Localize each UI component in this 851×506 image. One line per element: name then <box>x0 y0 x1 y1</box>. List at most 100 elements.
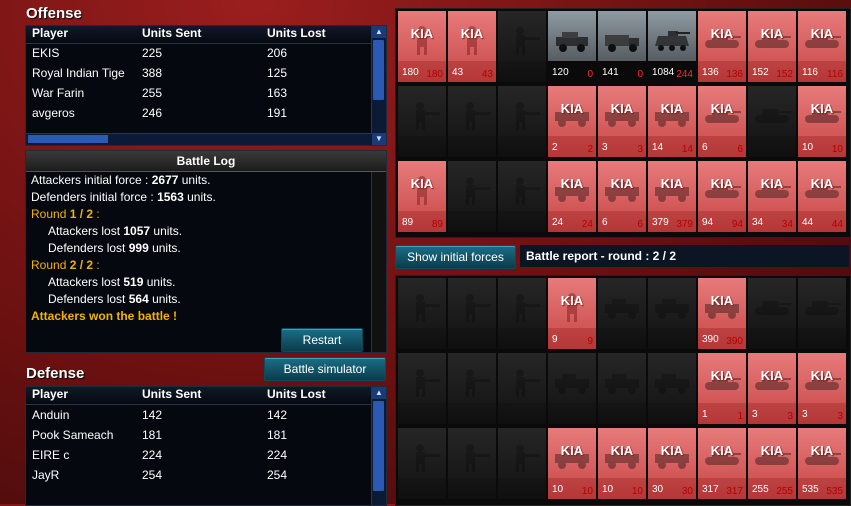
attacker-unit-tile[interactable]: KIA 180 180 <box>398 11 446 82</box>
battle-log-content: Attackers initial force : 2677 units. De… <box>26 172 372 325</box>
attacker-unit-tile[interactable]: KIA 136 136 <box>698 11 746 82</box>
table-row[interactable]: Pook Sameach 181 181 <box>26 425 372 445</box>
defender-unit-tile[interactable] <box>398 278 446 349</box>
kia-label: KIA <box>810 176 834 191</box>
defender-unit-tile[interactable] <box>498 428 546 499</box>
defender-unit-tile[interactable]: KIA 30 30 <box>648 428 696 499</box>
attacker-unit-tile[interactable]: KIA 89 89 <box>398 161 446 232</box>
scroll-up-icon[interactable]: ▲ <box>372 387 386 399</box>
scroll-down-icon[interactable]: ▼ <box>372 133 386 145</box>
table-row[interactable]: Anduin 142 142 <box>26 405 372 425</box>
table-row[interactable]: JayR 254 254 <box>26 465 372 485</box>
scroll-up-icon[interactable]: ▲ <box>372 26 386 38</box>
table-row[interactable]: War Farin 255 163 <box>26 83 372 103</box>
attacker-unit-tile[interactable]: KIA 2 2 <box>548 86 596 157</box>
attacker-unit-tile[interactable] <box>498 161 546 232</box>
defender-unit-tile[interactable]: KIA 3 3 <box>798 353 846 424</box>
defender-unit-tile[interactable]: KIA 3 3 <box>748 353 796 424</box>
attacker-unit-tile[interactable] <box>498 11 546 82</box>
soldier-icon <box>402 442 442 472</box>
defender-unit-tile[interactable] <box>498 353 546 424</box>
attacker-unit-tile[interactable] <box>448 161 496 232</box>
attacker-unit-tile[interactable]: KIA 24 24 <box>548 161 596 232</box>
attacker-unit-tile[interactable] <box>398 86 446 157</box>
attacker-unit-tile[interactable]: 1084 244 <box>648 11 696 82</box>
defender-unit-tile[interactable] <box>448 353 496 424</box>
defender-unit-tile[interactable] <box>448 428 496 499</box>
offense-hscrollbar[interactable] <box>26 133 372 145</box>
attacker-unit-tile[interactable]: KIA 43 43 <box>448 11 496 82</box>
log-line: Defenders lost 999 units. <box>48 241 181 255</box>
defender-unit-tile[interactable] <box>598 278 646 349</box>
unit-footer <box>648 328 696 349</box>
defender-unit-tile[interactable]: KIA 535 535 <box>798 428 846 499</box>
vehicle-icon <box>652 292 692 322</box>
unit-sent-count: 141 <box>602 67 619 78</box>
units-sent: 254 <box>142 468 163 482</box>
attacker-unit-tile[interactable]: KIA 6 6 <box>698 86 746 157</box>
attacker-unit-tile[interactable] <box>748 86 796 157</box>
defender-unit-tile[interactable]: KIA 317 317 <box>698 428 746 499</box>
attacker-unit-tile[interactable]: KIA 6 6 <box>598 161 646 232</box>
hscroll-thumb[interactable] <box>28 135 108 143</box>
defender-unit-tile[interactable]: KIA 10 10 <box>548 428 596 499</box>
restart-button[interactable]: Restart <box>281 328 363 352</box>
attacker-unit-tile[interactable]: KIA 152 152 <box>748 11 796 82</box>
unit-sent-count: 10 <box>602 484 614 495</box>
table-row[interactable]: EIRE c 224 224 <box>26 445 372 465</box>
kia-label: KIA <box>810 368 834 383</box>
defender-unit-tile[interactable] <box>448 278 496 349</box>
defender-unit-tile[interactable] <box>648 278 696 349</box>
attacker-unit-tile[interactable]: 120 0 <box>548 11 596 82</box>
defender-unit-tile[interactable] <box>398 428 446 499</box>
attacker-unit-tile[interactable]: KIA 14 14 <box>648 86 696 157</box>
attacker-units-grid: KIA 180 180 KIA 43 43 120 0 141 0 1084 244 KIA 136 136… <box>395 8 851 238</box>
defender-unit-tile[interactable]: KIA 10 10 <box>598 428 646 499</box>
units-lost: 181 <box>267 428 288 442</box>
unit-lost-count: 244 <box>676 69 693 80</box>
unit-lost-count: 180 <box>426 69 443 80</box>
defense-scrollbar[interactable]: ▲ <box>371 387 386 505</box>
attacker-unit-tile[interactable]: KIA 379 379 <box>648 161 696 232</box>
battle-simulator-button[interactable]: Battle simulator <box>264 357 386 381</box>
kia-label: KIA <box>760 26 784 41</box>
table-row[interactable]: Royal Indian Tige 388 125 <box>26 63 372 83</box>
soldier-icon <box>452 292 492 322</box>
defender-unit-tile[interactable]: KIA 390 390 <box>698 278 746 349</box>
defender-unit-tile[interactable] <box>748 278 796 349</box>
attacker-unit-tile[interactable]: KIA 3 3 <box>598 86 646 157</box>
battle-report-label: Battle report - round : 2 / 2 <box>520 245 849 267</box>
unit-lost-count: 255 <box>776 486 793 497</box>
defender-unit-tile[interactable]: KIA 255 255 <box>748 428 796 499</box>
unit-sent-count: 1084 <box>652 67 675 78</box>
attacker-unit-tile[interactable]: KIA 116 116 <box>798 11 846 82</box>
unit-footer <box>498 61 546 82</box>
defender-unit-tile[interactable]: KIA 9 9 <box>548 278 596 349</box>
unit-footer <box>398 136 446 157</box>
defender-unit-tile[interactable] <box>498 278 546 349</box>
attacker-unit-tile[interactable]: KIA 94 94 <box>698 161 746 232</box>
attacker-unit-tile[interactable]: KIA 34 34 <box>748 161 796 232</box>
scroll-thumb[interactable] <box>373 401 384 491</box>
attacker-unit-tile[interactable] <box>498 86 546 157</box>
defender-unit-tile[interactable] <box>598 353 646 424</box>
attacker-unit-tile[interactable]: KIA 10 10 <box>798 86 846 157</box>
defender-unit-tile[interactable] <box>798 278 846 349</box>
attacker-unit-tile[interactable]: 141 0 <box>598 11 646 82</box>
attacker-unit-tile[interactable] <box>448 86 496 157</box>
offense-scrollbar[interactable]: ▲ ▼ <box>371 26 386 145</box>
defender-unit-tile[interactable] <box>398 353 446 424</box>
show-initial-forces-button[interactable]: Show initial forces <box>395 245 516 269</box>
kia-label: KIA <box>810 443 834 458</box>
unit-lost-count: 89 <box>431 219 443 230</box>
units-sent: 181 <box>142 428 163 442</box>
table-row[interactable]: avgeros 246 191 <box>26 103 372 123</box>
defender-unit-tile[interactable] <box>648 353 696 424</box>
scroll-thumb[interactable] <box>373 40 384 100</box>
defender-unit-tile[interactable]: KIA 1 1 <box>698 353 746 424</box>
battle-log-scrollbar[interactable] <box>371 172 386 352</box>
attacker-unit-tile[interactable]: KIA 44 44 <box>798 161 846 232</box>
unit-sent-count: 152 <box>752 67 769 78</box>
table-row[interactable]: EKIS 225 206 <box>26 43 372 63</box>
defender-unit-tile[interactable] <box>548 353 596 424</box>
